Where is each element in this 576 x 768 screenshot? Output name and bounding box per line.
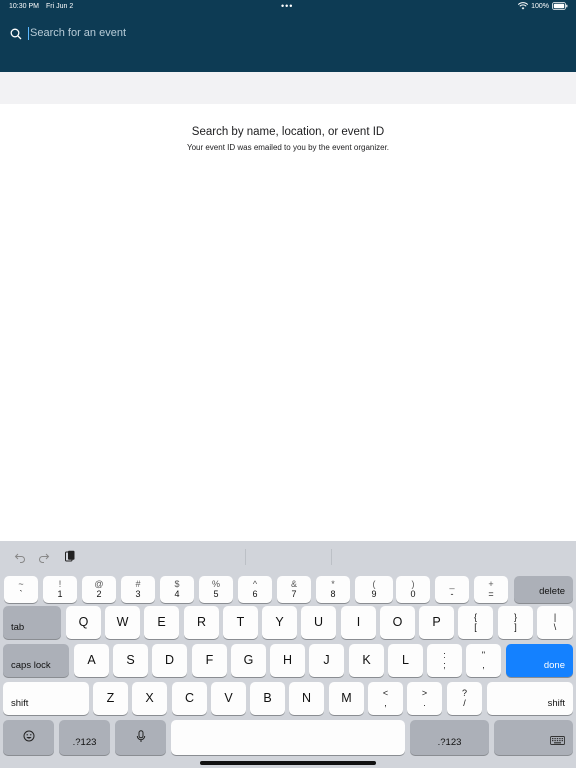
key-bracket-left[interactable]: {[ — [458, 606, 493, 639]
status-bar: 10:30 PM Fri Jun 2 ••• 100% — [0, 0, 576, 14]
key-equals[interactable]: + = — [474, 576, 508, 603]
key-r[interactable]: R — [184, 606, 219, 639]
key-bracket-right[interactable]: }] — [498, 606, 533, 639]
key-quote[interactable]: ", — [466, 644, 501, 677]
undo-icon[interactable] — [14, 550, 26, 563]
toolbar-divider — [245, 549, 246, 565]
toolbar-divider — [331, 549, 332, 565]
on-screen-keyboard: ~ ` ! 1 @2 #3 $4 % 5 ^ 6 & 7 * 8 (9 ) 0 _ - + = d… — [0, 541, 576, 768]
text-caret — [28, 26, 29, 40]
key-comma[interactable]: <, — [368, 682, 403, 715]
key-2[interactable]: @2 — [82, 576, 116, 603]
tab-key[interactable]: tab — [3, 606, 61, 639]
delete-key[interactable]: delete — [514, 576, 573, 603]
key-i[interactable]: I — [341, 606, 376, 639]
space-bar[interactable] — [171, 720, 405, 755]
battery-icon — [552, 2, 568, 10]
key-d[interactable]: D — [152, 644, 187, 677]
multitasking-dots[interactable]: ••• — [281, 1, 293, 11]
results-header-band — [0, 72, 576, 104]
search-bar[interactable] — [10, 25, 330, 41]
key-b[interactable]: B — [250, 682, 285, 715]
key-g[interactable]: G — [231, 644, 266, 677]
key-s[interactable]: S — [113, 644, 148, 677]
key-v[interactable]: V — [211, 682, 246, 715]
key-semicolon[interactable]: :; — [427, 644, 462, 677]
key-1[interactable]: ! 1 — [43, 576, 77, 603]
key-w[interactable]: W — [105, 606, 140, 639]
key-l[interactable]: L — [388, 644, 423, 677]
status-right: 100% — [518, 2, 568, 10]
search-input[interactable] — [30, 27, 330, 39]
home-indicator[interactable] — [200, 761, 376, 765]
keyboard-dismiss-icon — [550, 736, 565, 749]
key-f[interactable]: F — [192, 644, 227, 677]
done-key[interactable]: done — [506, 644, 573, 677]
key-t[interactable]: T — [223, 606, 258, 639]
microphone-icon — [136, 730, 146, 746]
key-6[interactable]: ^ 6 — [238, 576, 272, 603]
numbers-right-key[interactable]: .?123 — [410, 720, 489, 755]
key-7[interactable]: & 7 — [277, 576, 311, 603]
battery-percent: 100% — [531, 2, 549, 10]
emoji-key[interactable] — [3, 720, 54, 755]
hide-keyboard-key[interactable] — [494, 720, 573, 755]
hint-title: Search by name, location, or event ID — [191, 126, 385, 138]
key-0[interactable]: ) 0 — [396, 576, 430, 603]
key-u[interactable]: U — [301, 606, 336, 639]
key-o[interactable]: O — [380, 606, 415, 639]
key-m[interactable]: M — [329, 682, 364, 715]
search-hint: Search by name, location, or event ID Yo… — [0, 126, 576, 152]
key-n[interactable]: N — [289, 682, 324, 715]
search-icon — [10, 27, 22, 40]
status-time: 10:30 PM — [9, 3, 39, 10]
key-z[interactable]: Z — [93, 682, 128, 715]
key-9[interactable]: (9 — [355, 576, 393, 603]
app-header: 10:30 PM Fri Jun 2 ••• 100% — [0, 0, 576, 72]
key-backslash[interactable]: | \ — [537, 606, 573, 639]
status-date: Fri Jun 2 — [46, 3, 74, 10]
key-slash[interactable]: ? / — [447, 682, 482, 715]
key-x[interactable]: X — [132, 682, 167, 715]
hint-subtitle: Your event ID was emailed to you by the … — [186, 143, 390, 152]
dictation-key[interactable] — [115, 720, 166, 755]
key-3[interactable]: #3 — [121, 576, 155, 603]
key-h[interactable]: H — [270, 644, 305, 677]
caps-lock-key[interactable]: caps lock — [3, 644, 69, 677]
key-period[interactable]: >. — [407, 682, 442, 715]
shift-right-key[interactable]: shift — [487, 682, 573, 715]
numbers-left-key[interactable]: .?123 — [59, 720, 110, 755]
emoji-icon — [23, 730, 35, 745]
key-y[interactable]: Y — [262, 606, 297, 639]
key-j[interactable]: J — [309, 644, 344, 677]
key-k[interactable]: K — [349, 644, 384, 677]
key-q[interactable]: Q — [66, 606, 101, 639]
wifi-icon — [518, 2, 529, 10]
paste-icon[interactable] — [64, 550, 76, 562]
key-c[interactable]: C — [172, 682, 207, 715]
redo-icon[interactable] — [38, 550, 50, 563]
keyboard-shortcut-bar — [0, 541, 576, 571]
key-p[interactable]: P — [419, 606, 454, 639]
key-8[interactable]: * 8 — [316, 576, 350, 603]
key-e[interactable]: E — [144, 606, 179, 639]
shift-left-key[interactable]: shift — [3, 682, 89, 715]
key-5[interactable]: % 5 — [199, 576, 233, 603]
key-4[interactable]: $4 — [160, 576, 194, 603]
key-a[interactable]: A — [74, 644, 109, 677]
key-backtick[interactable]: ~ ` — [4, 576, 38, 603]
key-minus[interactable]: _ - — [435, 576, 469, 603]
